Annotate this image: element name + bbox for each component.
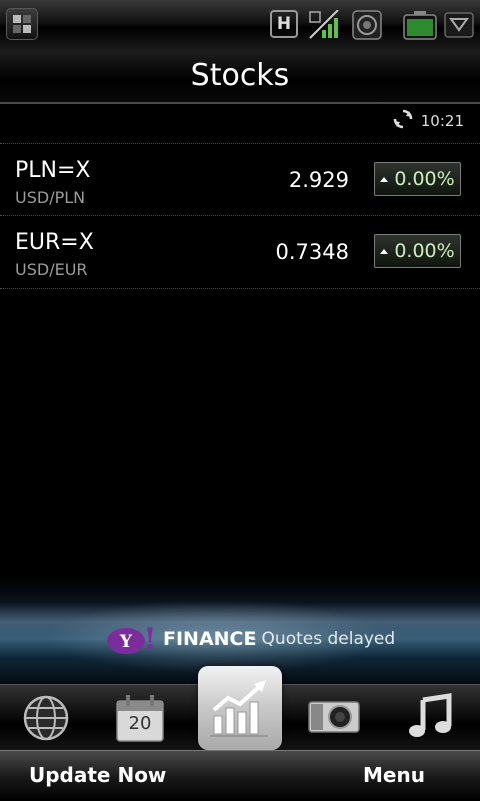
finance-label: FINANCE bbox=[163, 628, 257, 650]
camera-icon bbox=[352, 10, 382, 40]
quote-change: 0.00% bbox=[394, 240, 455, 262]
dock-item-stocks[interactable] bbox=[198, 666, 282, 750]
dock-item-camera[interactable] bbox=[294, 684, 374, 750]
quote-pair: USD/PLN bbox=[15, 188, 86, 207]
menu-button[interactable]: Menu bbox=[363, 763, 425, 787]
update-now-button[interactable]: Update Now bbox=[29, 763, 166, 787]
title-bar: Stocks bbox=[0, 50, 480, 104]
quote-pair: USD/EUR bbox=[15, 260, 88, 279]
quote-symbol: EUR=X bbox=[15, 230, 94, 255]
status-bar: H bbox=[0, 0, 480, 51]
quote-change: 0.00% bbox=[394, 168, 455, 190]
signal-strength-icon bbox=[308, 9, 344, 40]
quote-row[interactable]: EUR=X USD/EUR 0.7348 0.00% bbox=[0, 215, 480, 289]
globe-icon bbox=[23, 695, 69, 741]
quote-change-badge[interactable]: 0.00% bbox=[374, 234, 461, 268]
music-icon bbox=[409, 693, 452, 737]
calendar-icon: 20 bbox=[116, 693, 164, 743]
quotes-delayed-note: - Quotes delayed bbox=[250, 629, 396, 649]
update-time: 10:21 bbox=[420, 112, 464, 130]
svg-text:!: ! bbox=[143, 622, 156, 656]
refresh-icon[interactable] bbox=[393, 109, 413, 133]
quote-symbol: PLN=X bbox=[15, 158, 91, 183]
up-arrow-icon bbox=[380, 248, 389, 254]
softkey-bar: Update Now Menu bbox=[0, 750, 480, 801]
up-arrow-icon bbox=[380, 176, 389, 182]
dock-item-web[interactable] bbox=[6, 685, 86, 751]
quote-change-badge[interactable]: 0.00% bbox=[374, 162, 461, 196]
quote-row[interactable]: PLN=X USD/PLN 2.929 0.00% bbox=[0, 143, 480, 216]
camera-app-icon bbox=[308, 701, 360, 733]
menu-grid-icon[interactable] bbox=[6, 8, 38, 40]
battery-icon bbox=[402, 10, 438, 40]
quote-price: 2.929 bbox=[288, 168, 349, 192]
dock-item-music[interactable] bbox=[390, 684, 470, 750]
yahoo-logo-icon: Y ! bbox=[106, 622, 158, 657]
calendar-day: 20 bbox=[128, 713, 152, 734]
dropdown-arrow-icon[interactable] bbox=[444, 10, 474, 40]
dock-item-calendar[interactable]: 20 bbox=[100, 685, 180, 751]
update-status[interactable]: 10:21 bbox=[393, 109, 464, 133]
svg-text:Y: Y bbox=[119, 632, 133, 652]
page-title: Stocks bbox=[190, 58, 290, 93]
stocks-chart-icon bbox=[210, 680, 268, 737]
hsdpa-icon: H bbox=[270, 10, 298, 38]
quote-price: 0.7348 bbox=[275, 240, 349, 264]
